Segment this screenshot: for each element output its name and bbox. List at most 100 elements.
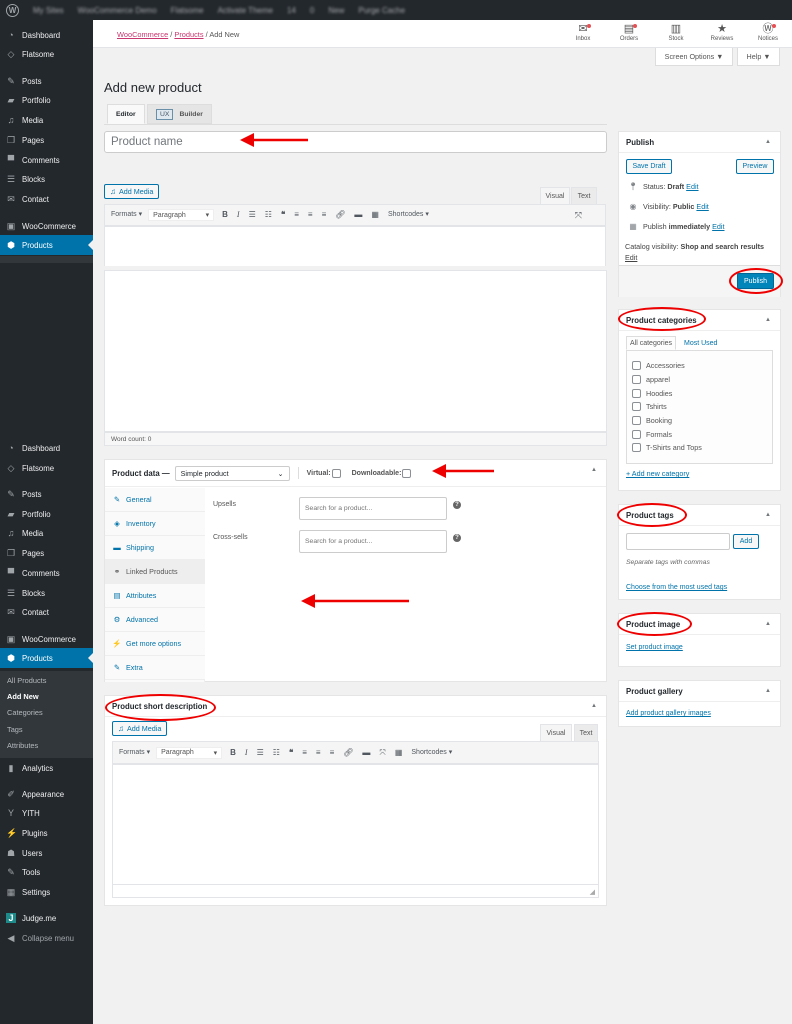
sidebar-item-appearance[interactable]: ✐ Appearance (0, 784, 93, 804)
admin-bar-updates[interactable]: 14 (287, 6, 296, 15)
short-desc-add-media-button[interactable]: ♫ Add Media (112, 721, 168, 736)
sidebar-item-judgeme[interactable]: J Judge.me (0, 908, 93, 928)
category-item[interactable]: Hoodies (632, 389, 672, 398)
sidebar-item-yith[interactable]: Y YITH (0, 803, 93, 823)
help-icon[interactable]: ? (453, 501, 461, 509)
sidebar-item-comments[interactable]: ▀ Comments (0, 563, 93, 583)
sidebar-item-media[interactable]: ♫ Media (0, 523, 93, 543)
catalog-visibility-edit-link[interactable]: Edit (625, 253, 637, 262)
formats-dropdown[interactable]: Formats ▾ (111, 210, 142, 220)
link-icon[interactable]: 🔗︎ (343, 748, 353, 758)
publish-date-edit-link[interactable]: Edit (712, 222, 724, 231)
formats-dropdown[interactable]: Formats ▾ (119, 748, 150, 758)
bullet-list-icon[interactable]: ☰ (249, 210, 256, 220)
category-checkbox[interactable] (632, 416, 641, 425)
align-center-icon[interactable]: ≡ (308, 210, 313, 220)
collapse-toggle-icon[interactable]: ▲ (765, 139, 771, 145)
sidebar-item-portfolio[interactable]: ▰ Portfolio (0, 90, 93, 110)
preview-button[interactable]: Preview (736, 159, 774, 174)
read-more-icon[interactable]: ▬ (362, 748, 370, 758)
pd-tab-advanced[interactable]: ⚙ Advanced (105, 608, 205, 632)
collapse-toggle-icon[interactable]: ▲ (591, 703, 597, 709)
pd-tab-extra[interactable]: ✎ Extra (105, 656, 205, 680)
product-name-input[interactable] (104, 131, 607, 153)
submenu-categories[interactable]: Categories (0, 705, 93, 721)
editor-text-tab[interactable]: Text (571, 187, 597, 204)
tab-all-categories[interactable]: All categories (626, 336, 677, 350)
activity-orders[interactable]: ▤ Orders (607, 23, 651, 42)
cross-sells-search-input[interactable] (299, 530, 447, 553)
sidebar-item-portfolio[interactable]: ▰ Portfolio (0, 504, 93, 524)
bold-icon[interactable]: B (230, 748, 236, 758)
submenu-attributes[interactable]: Attributes (0, 737, 93, 753)
activity-notices[interactable]: Ⓦ Notices (746, 23, 790, 42)
sidebar-item-products[interactable]: ⬢ Products (0, 648, 93, 668)
sidebar-item-dashboard[interactable]: ◔ Dashboard (0, 25, 93, 45)
product-type-select[interactable]: Simple product ⌄ (174, 465, 290, 481)
fullscreen-icon[interactable]: ⤧ (575, 210, 582, 220)
admin-bar-comments[interactable]: 0 (310, 6, 314, 15)
category-item[interactable]: Tshirts (632, 402, 667, 411)
sidebar-item-analytics[interactable]: ▮ Analytics (0, 758, 93, 778)
align-right-icon[interactable]: ≡ (330, 748, 335, 758)
virtual-checkbox[interactable] (331, 468, 341, 478)
category-item[interactable]: Accessories (632, 361, 685, 370)
add-media-button[interactable]: ♫ Add Media (104, 184, 160, 199)
sidebar-item-woocommerce[interactable]: ▣ WooCommerce (0, 216, 93, 236)
sidebar-item-flatsome[interactable]: ◇ Flatsome (0, 458, 93, 478)
collapse-toggle-icon[interactable]: ▲ (765, 317, 771, 323)
blockquote-icon[interactable]: ❝ (281, 210, 285, 220)
help-button[interactable]: Help ▼ (737, 48, 780, 66)
tab-ux-builder[interactable]: UX Builder (147, 104, 212, 124)
pd-tab-attributes[interactable]: ▤ Attributes (105, 584, 205, 608)
sidebar-item-settings[interactable]: ▦ Settings (0, 882, 93, 902)
admin-bar-new[interactable]: New (328, 6, 344, 15)
sidebar-item-products[interactable]: ⬢ Products (0, 235, 93, 255)
new-tag-input[interactable] (626, 533, 730, 550)
submenu-tags[interactable]: Tags (0, 721, 93, 737)
admin-bar-flatsome[interactable]: Flatsome (171, 6, 204, 15)
downloadable-checkbox[interactable] (402, 468, 412, 478)
collapse-toggle-icon[interactable]: ▲ (591, 467, 597, 473)
italic-icon[interactable]: I (237, 210, 240, 220)
editor-visual-tab[interactable]: Visual (540, 187, 570, 204)
align-left-icon[interactable]: ≡ (294, 210, 299, 220)
paragraph-select[interactable]: Paragraph ▾ (156, 746, 223, 759)
editor-content-area[interactable] (104, 270, 607, 432)
category-checkbox[interactable] (632, 443, 641, 452)
sidebar-item-dashboard[interactable]: ◔ Dashboard (0, 438, 93, 458)
help-icon[interactable]: ? (453, 534, 461, 542)
add-new-category-link[interactable]: + Add new category (626, 469, 689, 478)
activity-reviews[interactable]: ★ Reviews (700, 23, 744, 42)
category-item[interactable]: apparel (632, 375, 670, 384)
resize-handle-icon[interactable]: ◢ (590, 888, 595, 896)
pd-tab-inventory[interactable]: ◈ Inventory (105, 512, 205, 536)
short-desc-content-area[interactable] (112, 764, 599, 885)
numbered-list-icon[interactable]: ☷ (265, 210, 272, 220)
fullscreen-icon[interactable]: ⤧ (379, 748, 385, 758)
screen-options-button[interactable]: Screen Options ▼ (655, 48, 733, 66)
align-center-icon[interactable]: ≡ (316, 748, 321, 758)
sidebar-item-comments[interactable]: ▀ Comments (0, 150, 93, 170)
sidebar-item-blocks[interactable]: ☰ Blocks (0, 583, 93, 603)
breadcrumb-woocommerce-link[interactable]: WooCommerce (117, 30, 168, 39)
add-gallery-images-link[interactable]: Add product gallery images (626, 710, 711, 717)
wordpress-logo-icon[interactable]: W (6, 3, 19, 17)
link-icon[interactable]: 🔗︎ (335, 210, 345, 220)
sidebar-item-tools[interactable]: ✎ Tools (0, 862, 93, 882)
editor-content-top[interactable] (104, 226, 606, 266)
submenu-all-products[interactable]: All Products (0, 672, 93, 688)
add-tag-button[interactable]: Add (733, 534, 759, 549)
category-checkbox[interactable] (632, 389, 641, 398)
pd-tab-general[interactable]: ✎ General (105, 488, 205, 512)
activity-inbox[interactable]: ✉ Inbox (561, 23, 605, 42)
admin-bar-site-name[interactable]: WooCommerce Demo (78, 6, 157, 15)
set-product-image-link[interactable]: Set product image (626, 644, 683, 651)
save-draft-button[interactable]: Save Draft (626, 159, 672, 174)
sidebar-item-media[interactable]: ♫ Media (0, 110, 93, 130)
category-item[interactable]: Formals (632, 430, 672, 439)
align-right-icon[interactable]: ≡ (322, 210, 327, 220)
short-desc-visual-tab[interactable]: Visual (540, 724, 572, 741)
numbered-list-icon[interactable]: ☷ (273, 748, 280, 758)
sidebar-item-woocommerce[interactable]: ▣ WooCommerce (0, 629, 93, 649)
